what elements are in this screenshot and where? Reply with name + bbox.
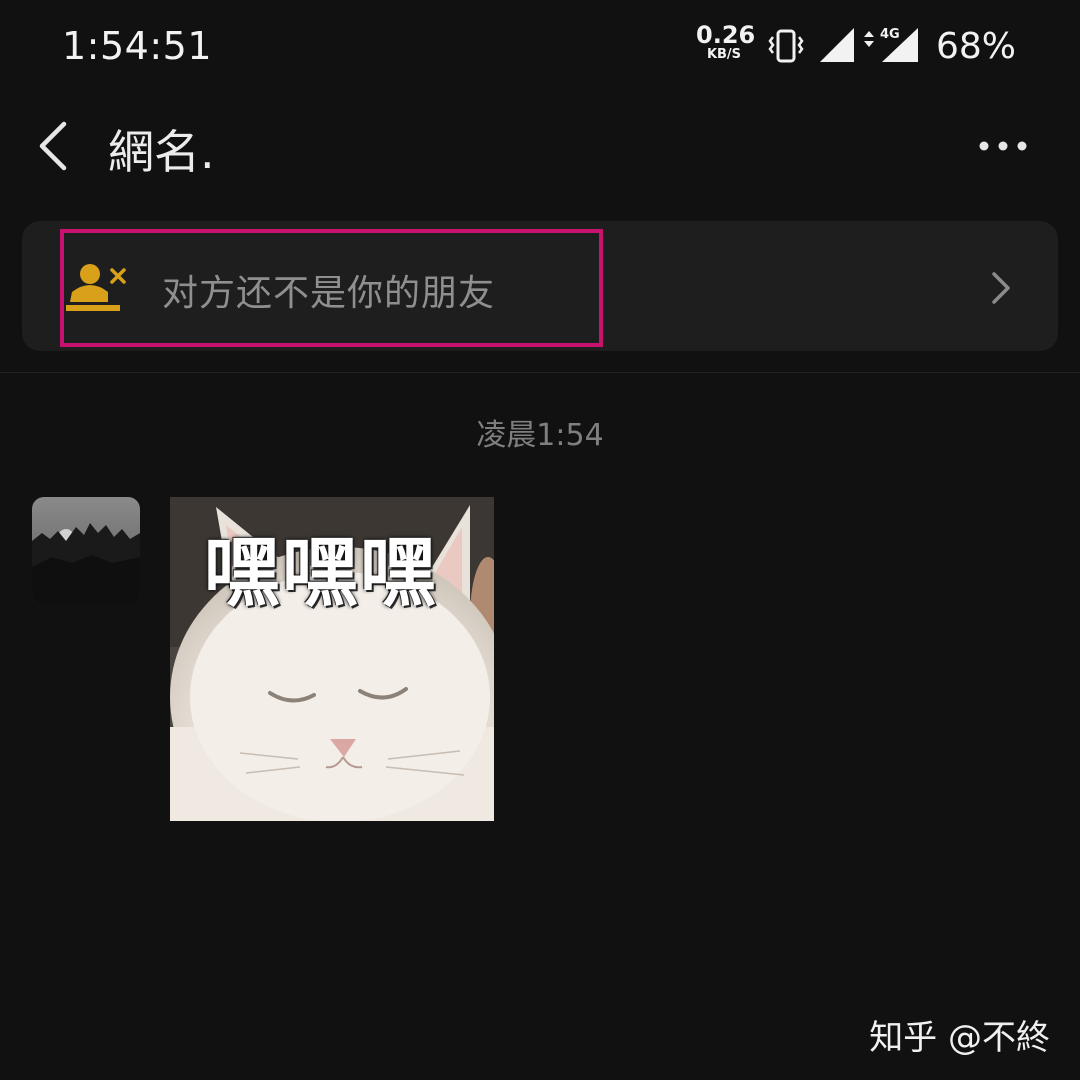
vibrate-icon bbox=[768, 29, 804, 63]
status-time: 1:54:51 bbox=[62, 24, 212, 68]
battery-percentage: 68% bbox=[936, 26, 1017, 67]
user-x-icon bbox=[66, 264, 126, 311]
network-speed-unit: KB/S bbox=[706, 47, 742, 62]
sticker-message[interactable]: 嘿嘿嘿 bbox=[170, 497, 494, 821]
network-speed-indicator: 0.26 KB/S bbox=[696, 21, 756, 62]
chevron-left-icon bbox=[39, 121, 67, 171]
more-options-button[interactable] bbox=[968, 124, 1038, 168]
cell-signal-icon bbox=[820, 28, 854, 62]
back-button[interactable] bbox=[30, 116, 80, 176]
watermark: 知乎 @不終 bbox=[869, 1018, 1050, 1058]
chevron-right-icon bbox=[992, 272, 1010, 304]
divider bbox=[0, 372, 1080, 373]
message-timestamp: 凌晨1:54 bbox=[476, 418, 604, 453]
network-speed-value: 0.26 bbox=[696, 21, 756, 49]
chat-title: 網名. bbox=[108, 125, 215, 179]
avatar[interactable] bbox=[32, 497, 140, 605]
sticker-caption: 嘿嘿嘿 bbox=[204, 528, 438, 617]
network-type-label: 4G bbox=[880, 27, 900, 42]
not-friend-text: 对方还不是你的朋友 bbox=[162, 273, 496, 314]
status-bar: 1:54:51 0.26 KB/S 4G 68% bbox=[0, 0, 1080, 90]
more-horizontal-icon bbox=[979, 141, 1027, 151]
cell-signal-4g-icon: 4G bbox=[864, 27, 918, 62]
